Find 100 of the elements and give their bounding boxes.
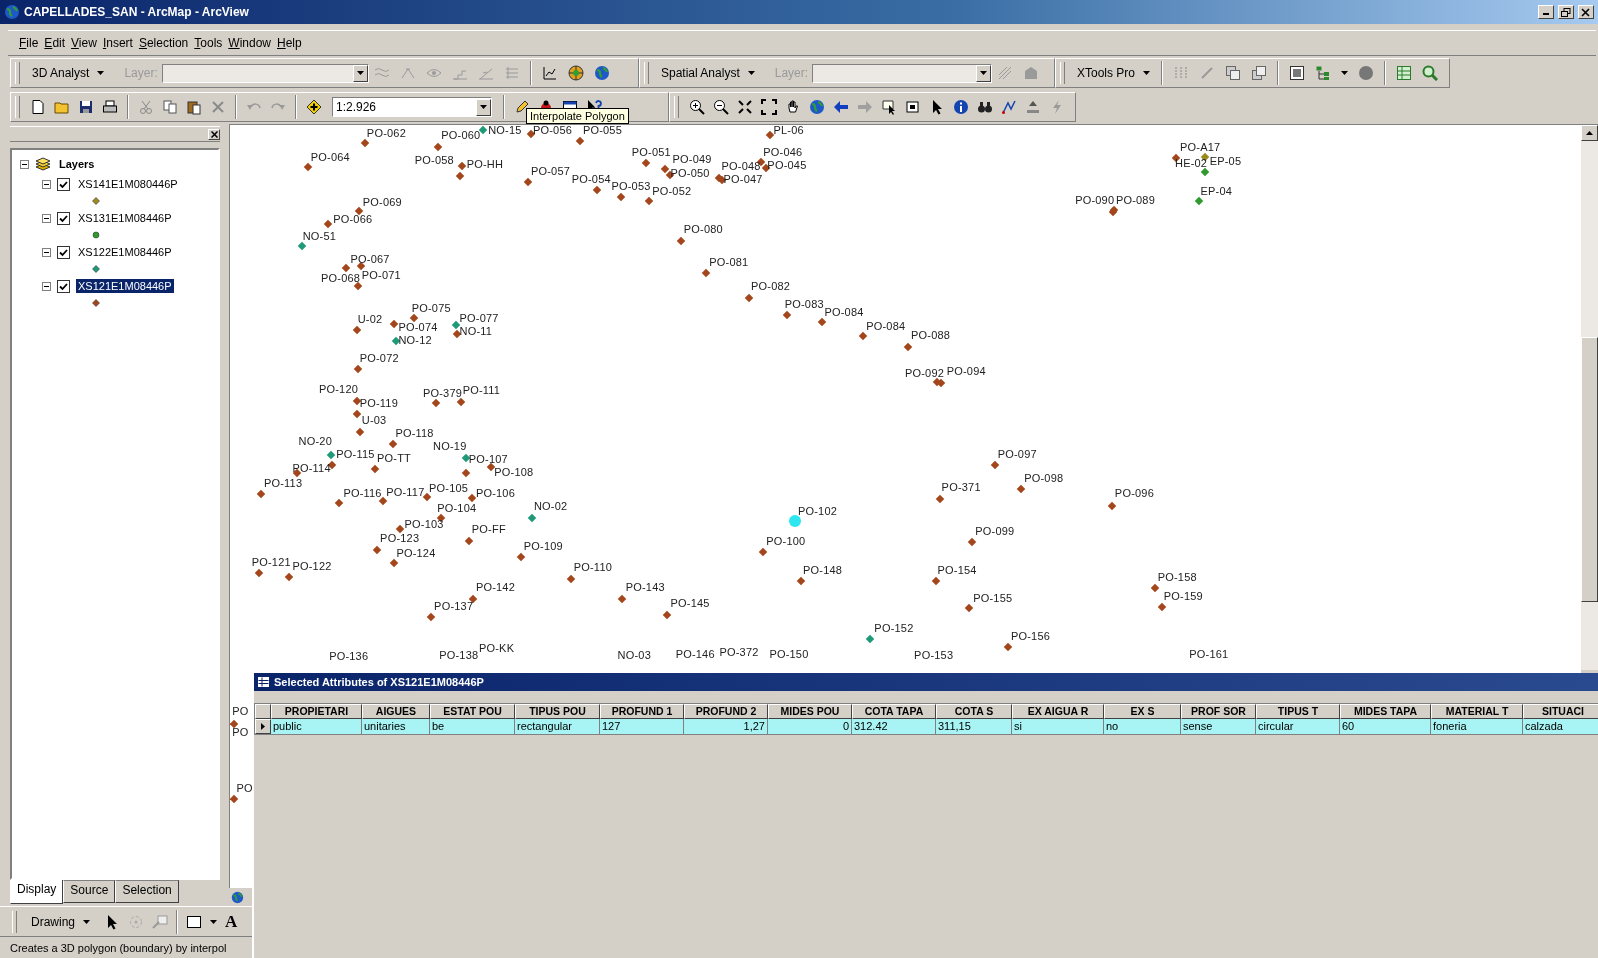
checkbox[interactable] [57, 279, 70, 293]
point-marker[interactable] [468, 595, 478, 604]
point-marker[interactable] [527, 513, 537, 522]
collapse-icon[interactable] [20, 159, 29, 169]
table-row[interactable]: public unitaries be rectangular 127 1,27 0 312.42 311,15 si no sense circular 60 foneria calzada [255, 719, 1598, 734]
point-marker[interactable] [335, 499, 344, 508]
zoom-out-icon[interactable] [713, 99, 729, 115]
column-header[interactable]: SITUACI [1523, 704, 1598, 719]
text-tool[interactable]: A [225, 911, 238, 932]
overlapping-squares-icon[interactable] [1225, 65, 1242, 81]
toolbar-menu-button[interactable]: Drawing [25, 912, 96, 931]
point-marker[interactable] [592, 185, 602, 194]
point-marker[interactable] [230, 719, 239, 728]
point-marker[interactable] [616, 192, 625, 201]
globe-icon[interactable] [567, 65, 584, 81]
four-corners-icon[interactable] [761, 99, 777, 115]
point-marker[interactable] [486, 462, 496, 471]
column-header[interactable]: TIPUS POU [515, 704, 600, 719]
select-features-icon[interactable] [881, 99, 897, 115]
framed-square-icon[interactable] [1289, 65, 1306, 81]
dotted-grid-icon[interactable] [1173, 65, 1190, 81]
point-marker[interactable] [455, 172, 464, 181]
layer-name[interactable]: XS141E1M080446P [76, 177, 180, 191]
point-marker[interactable] [433, 142, 443, 151]
collapse-icon[interactable] [42, 213, 51, 223]
overlapping-squares-icon[interactable] [1251, 65, 1268, 81]
rectangle-icon[interactable] [186, 913, 202, 930]
point-marker[interactable] [866, 634, 875, 644]
point-marker[interactable] [354, 206, 363, 216]
point-marker[interactable] [935, 495, 944, 504]
hyperlink-icon[interactable] [1025, 99, 1041, 115]
pencil-icon[interactable] [514, 99, 530, 115]
point-marker[interactable] [437, 513, 446, 522]
column-header[interactable]: TIPUS T [1256, 704, 1340, 719]
circle-icon[interactable] [1358, 65, 1375, 81]
point-marker[interactable] [701, 268, 711, 278]
up-arrow-icon[interactable] [1586, 131, 1593, 135]
column-header[interactable]: ESTAT POU [430, 704, 515, 719]
point-marker[interactable] [575, 136, 585, 145]
tree-icon[interactable] [1315, 65, 1332, 81]
close-button[interactable] [1578, 5, 1594, 19]
point-marker[interactable] [782, 310, 791, 320]
point-marker[interactable] [931, 576, 940, 586]
layer-name[interactable]: XS121E1M08446P [76, 279, 174, 293]
point-marker[interactable] [990, 460, 999, 469]
binoculars-icon[interactable] [977, 99, 993, 115]
line-graph-icon[interactable] [541, 65, 558, 81]
column-header[interactable]: PROFUND 2 [684, 704, 768, 719]
point-marker[interactable] [353, 282, 362, 291]
point-marker[interactable] [663, 610, 672, 619]
point-marker[interactable] [409, 313, 418, 323]
four-arrows-icon[interactable] [737, 99, 753, 115]
point-marker[interactable] [641, 158, 651, 168]
point-marker[interactable] [461, 468, 470, 478]
printer-icon[interactable] [102, 99, 118, 115]
point-marker[interactable] [360, 138, 370, 147]
point-marker[interactable] [661, 164, 670, 174]
tab[interactable]: Source [63, 880, 116, 903]
point-marker[interactable] [566, 574, 575, 584]
column-header[interactable]: MIDES POU [768, 704, 852, 719]
menu-item[interactable]: Selection [135, 34, 192, 52]
point-marker[interactable] [431, 398, 441, 407]
point-marker[interactable] [230, 794, 239, 804]
minimize-button[interactable] [1538, 5, 1554, 19]
point-marker[interactable] [1195, 196, 1204, 206]
point-marker[interactable] [390, 319, 399, 329]
point-marker[interactable] [353, 364, 362, 374]
point-marker[interactable] [464, 536, 473, 546]
point-marker[interactable] [372, 546, 382, 555]
point-marker[interactable] [256, 490, 266, 499]
point-marker[interactable] [936, 378, 945, 388]
menu-item[interactable]: File [16, 34, 42, 52]
menu-item[interactable]: View [68, 34, 100, 52]
point-marker[interactable] [461, 453, 470, 462]
globe-icon[interactable] [593, 65, 610, 81]
point-marker[interactable] [422, 493, 432, 502]
checkbox[interactable] [57, 177, 70, 191]
copy-icon[interactable] [162, 99, 178, 115]
pan-icon[interactable] [785, 99, 801, 115]
point-marker[interactable] [457, 161, 466, 171]
point-marker[interactable] [967, 537, 977, 547]
point-marker[interactable] [759, 548, 768, 557]
menu-item[interactable]: Tools [191, 34, 226, 52]
column-header[interactable]: COTA S [936, 704, 1012, 719]
point-marker[interactable] [523, 178, 533, 187]
point-marker[interactable] [303, 162, 312, 172]
column-header[interactable]: PROPIETARI [271, 704, 362, 719]
page-icon[interactable] [30, 99, 46, 115]
table-icon[interactable] [1396, 65, 1413, 81]
layer-name[interactable]: XS122E1M08446P [76, 245, 174, 259]
point-marker[interactable] [378, 497, 388, 506]
layer-name[interactable]: XS131E1M08446P [76, 211, 174, 225]
point-marker[interactable] [903, 342, 913, 351]
point-marker[interactable] [1107, 501, 1117, 510]
point-marker[interactable] [467, 494, 477, 503]
point-marker[interactable] [526, 129, 536, 138]
layer-dropdown[interactable] [161, 63, 369, 83]
globe-icon[interactable] [809, 99, 825, 115]
point-marker[interactable] [1109, 205, 1119, 215]
collapse-icon[interactable] [42, 247, 51, 257]
